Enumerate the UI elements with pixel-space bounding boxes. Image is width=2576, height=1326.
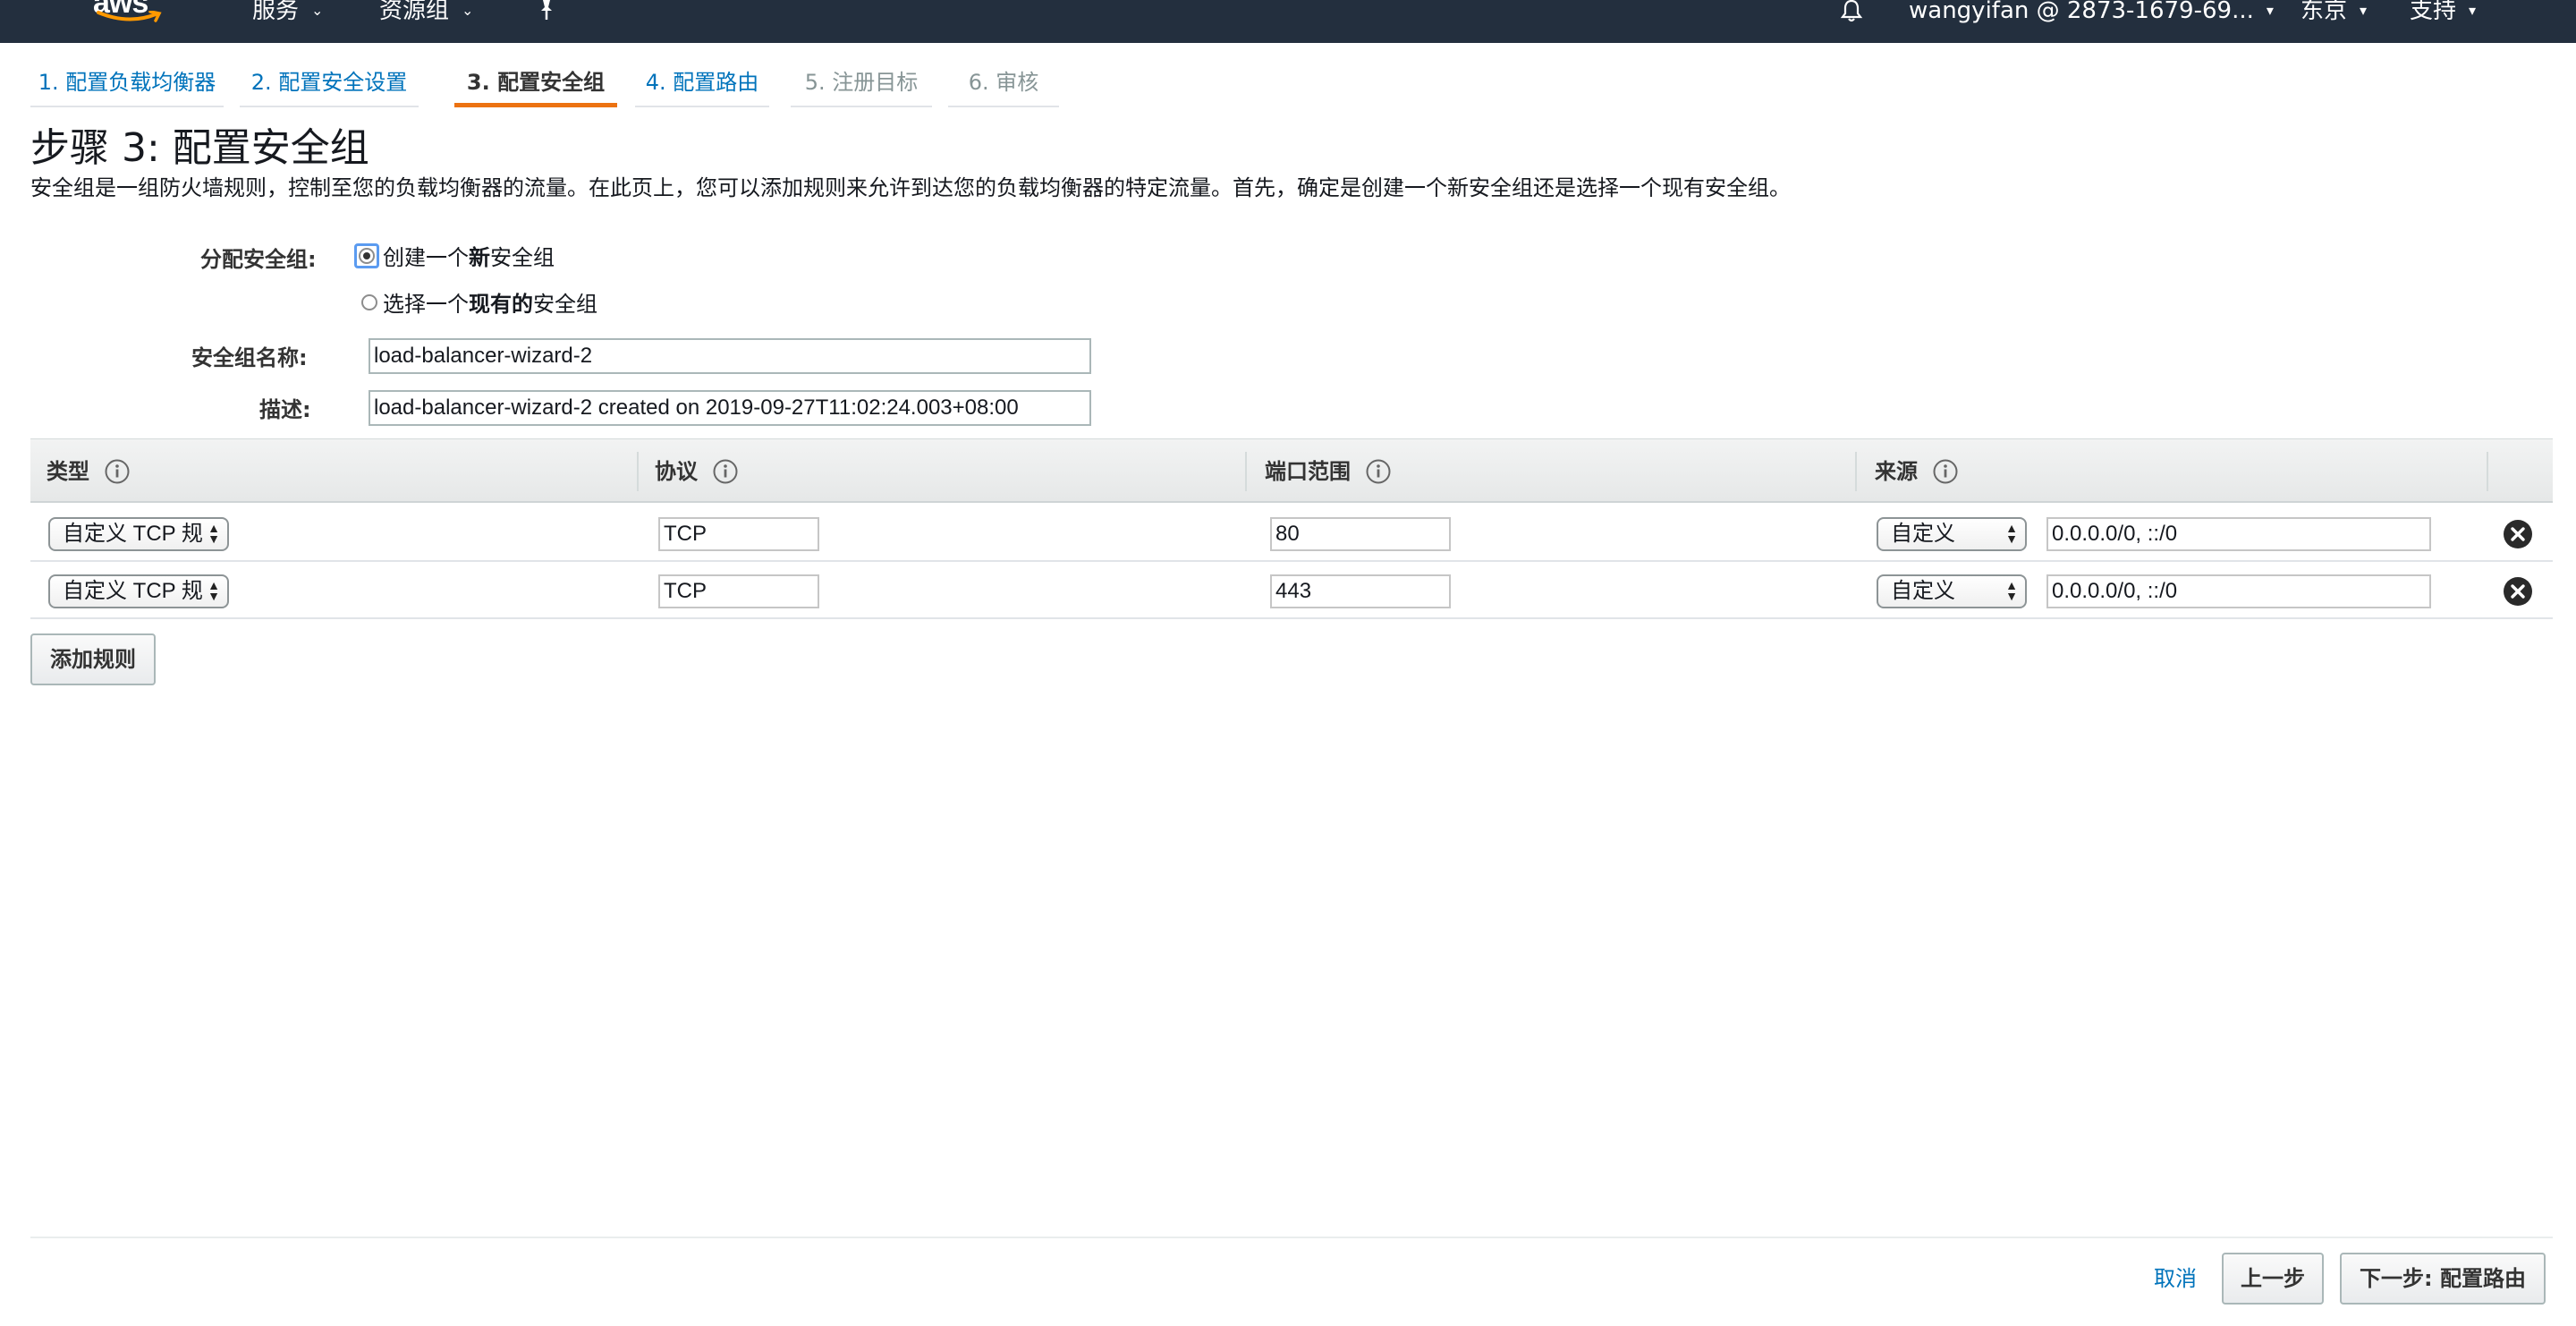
account-menu[interactable]: wangyifan @ 2873-1679-69... ▾	[1909, 0, 2274, 23]
add-rule-button[interactable]: 添加规则	[30, 633, 156, 685]
caret-down-icon: ▾	[2266, 2, 2274, 19]
column-divider	[1245, 452, 1247, 491]
select-arrows-icon: ▲ ▼	[208, 578, 220, 603]
port-range-input[interactable]: 443	[1270, 574, 1451, 608]
col-protocol-header: 协议	[655, 439, 739, 504]
type-select[interactable]: 自定义 TCP 规 ▲ ▼	[48, 574, 229, 608]
resource-groups-menu[interactable]: 资源组 ⌄	[379, 0, 473, 23]
aws-smile-icon	[97, 11, 162, 22]
cancel-button[interactable]: 取消	[2154, 1253, 2197, 1305]
aws-logo[interactable]: aws	[93, 0, 168, 30]
col-port-range-label: 端口范围	[1265, 459, 1351, 484]
source-type-select-value: 自定义	[1891, 522, 1955, 546]
column-divider	[2487, 452, 2488, 491]
step-3-configure-security-groups[interactable]: 3. 配置安全组	[454, 64, 617, 107]
option-existing-post: 安全组	[533, 292, 597, 317]
type-select-value: 自定义 TCP 规	[63, 522, 203, 546]
option-new-post: 安全组	[490, 245, 555, 270]
col-source-header: 来源	[1875, 439, 1959, 504]
info-icon[interactable]	[104, 458, 131, 485]
select-arrows-icon: ▲ ▼	[2005, 521, 2018, 546]
option-existing-bold: 现有的	[469, 292, 533, 317]
info-icon[interactable]	[1365, 458, 1392, 485]
region-label: 东京	[2301, 0, 2348, 24]
services-menu[interactable]: 服务 ⌄	[252, 0, 323, 23]
option-new-bold: 新	[469, 245, 490, 270]
resource-groups-label: 资源组	[379, 0, 450, 24]
source-type-select[interactable]: 自定义 ▲ ▼	[1877, 574, 2027, 608]
account-label: wangyifan @ 2873-1679-69...	[1909, 0, 2254, 24]
previous-button[interactable]: 上一步	[2222, 1253, 2324, 1305]
col-port-range-header: 端口范围	[1265, 439, 1392, 504]
info-icon[interactable]	[1932, 458, 1959, 485]
type-select[interactable]: 自定义 TCP 规 ▲ ▼	[48, 517, 229, 551]
col-source-label: 来源	[1875, 459, 1918, 484]
source-cidr-input[interactable]: 0.0.0.0/0, ::/0	[2046, 517, 2431, 551]
page-title: 步骤 3: 配置安全组	[30, 125, 369, 171]
top-navigation-bar: aws 服务 ⌄ 资源组 ⌄ wangyifan @ 2873-1679-69...…	[0, 0, 2576, 43]
next-configure-routing-button[interactable]: 下一步: 配置路由	[2340, 1253, 2546, 1305]
rules-table-header: 类型 协议 端口范围 来源	[30, 438, 2553, 503]
step-1-configure-load-balancer[interactable]: 1. 配置负载均衡器	[30, 64, 224, 107]
description-label: 描述:	[259, 397, 311, 422]
col-type-label: 类型	[47, 459, 89, 484]
col-type-header: 类型	[47, 439, 131, 504]
chevron-down-icon: ⌄	[462, 2, 474, 19]
caret-down-icon: ▾	[2469, 2, 2477, 19]
type-select-value: 自定义 TCP 规	[63, 579, 203, 603]
column-divider	[637, 452, 639, 491]
remove-rule-icon[interactable]	[2503, 576, 2533, 607]
services-label: 服务	[252, 0, 300, 24]
footer-divider	[30, 1237, 2553, 1238]
region-menu[interactable]: 东京 ▾	[2301, 0, 2367, 23]
bell-icon[interactable]	[1839, 0, 1864, 23]
table-row: 自定义 TCP 规 ▲ ▼ TCP 80 自定义 ▲ ▼ 0.0.0.0/0, ::…	[30, 505, 2553, 562]
security-group-name-label: 安全组名称:	[191, 345, 308, 370]
step-4-configure-routing[interactable]: 4. 配置路由	[635, 64, 769, 107]
description-input[interactable]: load-balancer-wizard-2 created on 2019-0…	[369, 390, 1091, 426]
select-arrows-icon: ▲ ▼	[2005, 578, 2018, 603]
option-existing-pre: 选择一个	[383, 292, 469, 317]
step-5-register-targets: 5. 注册目标	[791, 64, 932, 107]
page-description: 安全组是一组防火墙规则，控制至您的负载均衡器的流量。在此页上，您可以添加规则来允…	[30, 175, 1791, 200]
radio-select-existing-security-group[interactable]: 选择一个 现有的 安全组	[361, 286, 597, 318]
radio-focus-ring	[354, 242, 379, 268]
caret-down-icon: ▾	[2360, 2, 2368, 19]
chevron-down-icon: ⌄	[311, 2, 324, 19]
radio-button-checked[interactable]	[359, 247, 375, 264]
protocol-field: TCP	[658, 517, 819, 551]
info-icon[interactable]	[712, 458, 739, 485]
support-menu[interactable]: 支持 ▾	[2410, 0, 2476, 23]
radio-button-unchecked[interactable]	[361, 293, 377, 310]
remove-rule-icon[interactable]	[2503, 519, 2533, 549]
protocol-field: TCP	[658, 574, 819, 608]
source-type-select-value: 自定义	[1891, 579, 1955, 603]
port-range-input[interactable]: 80	[1270, 517, 1451, 551]
col-protocol-label: 协议	[655, 459, 698, 484]
security-group-name-input[interactable]: load-balancer-wizard-2	[369, 338, 1091, 374]
radio-create-new-security-group[interactable]: 创建一个新安全组	[354, 240, 555, 271]
select-arrows-icon: ▲ ▼	[208, 521, 220, 546]
option-new-pre: 创建一个	[383, 245, 469, 270]
column-divider	[1855, 452, 1857, 491]
step-2-configure-security-settings[interactable]: 2. 配置安全设置	[240, 64, 419, 107]
source-type-select[interactable]: 自定义 ▲ ▼	[1877, 517, 2027, 551]
step-6-review: 6. 审核	[948, 64, 1059, 107]
pin-icon[interactable]	[535, 0, 558, 21]
source-cidr-input[interactable]: 0.0.0.0/0, ::/0	[2046, 574, 2431, 608]
support-label: 支持	[2410, 0, 2457, 24]
assign-security-group-label: 分配安全组:	[200, 247, 317, 272]
table-row: 自定义 TCP 规 ▲ ▼ TCP 443 自定义 ▲ ▼ 0.0.0.0/0, :…	[30, 562, 2553, 619]
